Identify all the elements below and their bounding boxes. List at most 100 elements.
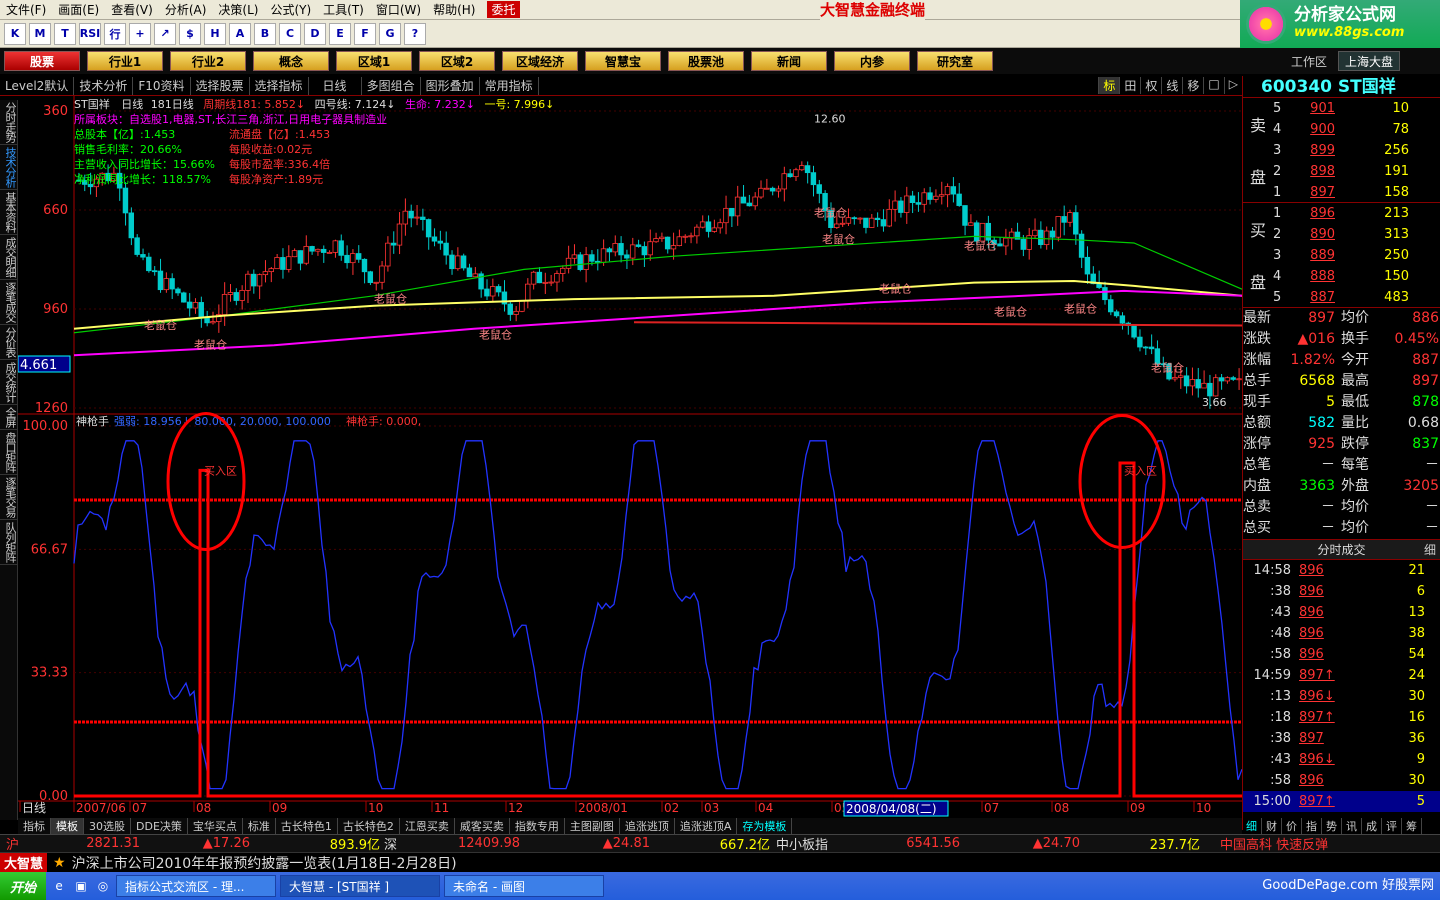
- template-tab-7[interactable]: 古长特色2: [338, 818, 400, 834]
- menu-decision[interactable]: 决策(L): [212, 1, 264, 18]
- tool-grid[interactable]: 田: [1119, 77, 1140, 94]
- tech-analysis[interactable]: 技术分析: [74, 76, 134, 95]
- task-paint[interactable]: 未命名 - 画图: [444, 875, 605, 897]
- toolbar-icon-11[interactable]: C: [279, 22, 301, 45]
- tool-line[interactable]: 线: [1161, 77, 1182, 94]
- left-tab-1[interactable]: 技术分析: [0, 145, 18, 190]
- panel-tab-6[interactable]: 成: [1362, 818, 1382, 834]
- template-tab-4[interactable]: 宝华买点: [188, 818, 243, 834]
- menu-tools[interactable]: 工具(T): [317, 1, 370, 18]
- template-tab-5[interactable]: 标准: [243, 818, 276, 834]
- template-tab-3[interactable]: DDE决策: [131, 818, 188, 834]
- left-tab-2[interactable]: 基本资料: [0, 190, 18, 235]
- toolbar-icon-0[interactable]: K: [4, 22, 26, 45]
- nav-region2[interactable]: 区域2: [419, 51, 495, 71]
- toolbar-icon-9[interactable]: A: [229, 22, 251, 45]
- panel-tab-4[interactable]: 势: [1322, 818, 1342, 834]
- left-tab-7[interactable]: 全屏: [0, 405, 18, 430]
- tool-move[interactable]: 移: [1182, 77, 1203, 94]
- template-tab-2[interactable]: 30选股: [84, 818, 131, 834]
- template-tab-1[interactable]: 模板: [51, 818, 84, 834]
- toolbar-icon-14[interactable]: F: [354, 22, 376, 45]
- select-indicator[interactable]: 选择指标: [250, 76, 309, 95]
- left-tab-8[interactable]: 盘口矩阵: [0, 430, 18, 475]
- template-tab-12[interactable]: 追涨逃顶: [620, 818, 675, 834]
- left-tab-9[interactable]: 逐笔交易: [0, 475, 18, 520]
- toolbar-icon-15[interactable]: G: [379, 22, 401, 45]
- multi-chart[interactable]: 多图组合: [362, 76, 421, 95]
- nav-region1[interactable]: 区域1: [336, 51, 412, 71]
- template-tab-6[interactable]: 古长特色1: [276, 818, 338, 834]
- left-tab-6[interactable]: 成交统计: [0, 360, 18, 405]
- kline-chart[interactable]: 12609606603600.0033.3366.67100.004.661日线…: [18, 96, 1242, 818]
- left-tab-4[interactable]: 逐笔成交: [0, 280, 18, 325]
- nav-region-economy[interactable]: 区域经济: [502, 51, 578, 71]
- menu-help[interactable]: 帮助(H): [427, 1, 481, 18]
- toolbar-icon-10[interactable]: B: [254, 22, 276, 45]
- left-tab-3[interactable]: 成交明细: [0, 235, 18, 280]
- nav-industry2[interactable]: 行业2: [170, 51, 246, 71]
- panel-tab-7[interactable]: 评: [1382, 818, 1402, 834]
- toolbar-icon-3[interactable]: RSI: [79, 22, 101, 45]
- news-headline[interactable]: 沪深上市公司2010年年报预约披露一览表(1月18日-2月28日): [72, 853, 457, 873]
- market-select[interactable]: 上海大盘: [1337, 51, 1400, 71]
- toolbar-icon-5[interactable]: +: [129, 22, 151, 45]
- nav-research[interactable]: 研究室: [917, 51, 993, 71]
- toolbar-icon-7[interactable]: $: [179, 22, 201, 45]
- toolbar-icon-13[interactable]: E: [329, 22, 351, 45]
- nav-zhihuibao[interactable]: 智慧宝: [585, 51, 661, 71]
- panel-tab-8[interactable]: 筹: [1402, 818, 1422, 834]
- nav-stock[interactable]: 股票: [4, 51, 80, 71]
- media-icon[interactable]: ◎: [94, 879, 112, 893]
- menu-entrust[interactable]: 委托: [487, 1, 520, 18]
- menu-window[interactable]: 窗口(W): [370, 1, 427, 18]
- tool-mark[interactable]: 标: [1098, 77, 1120, 94]
- menu-screen[interactable]: 画面(E): [52, 1, 105, 18]
- nav-stock-pool[interactable]: 股票池: [668, 51, 744, 71]
- template-tab-8[interactable]: 江恩买卖: [400, 818, 455, 834]
- f10-info[interactable]: F10资料: [133, 76, 191, 95]
- toolbar-icon-6[interactable]: ↗: [154, 22, 176, 45]
- tool-box[interactable]: □: [1203, 77, 1223, 94]
- panel-tab-5[interactable]: 讯: [1342, 818, 1362, 834]
- toolbar-icon-12[interactable]: D: [304, 22, 326, 45]
- level2-default[interactable]: Level2默认: [0, 76, 75, 95]
- task-dzh[interactable]: 大智慧 - [ST国祥 ]: [280, 875, 441, 897]
- panel-tab-0[interactable]: 细: [1242, 818, 1262, 834]
- template-tab-0[interactable]: 指标: [18, 818, 51, 834]
- select-stock[interactable]: 选择股票: [191, 76, 250, 95]
- template-tab-13[interactable]: 追涨逃顶A: [675, 818, 738, 834]
- nav-concept[interactable]: 概念: [253, 51, 329, 71]
- task-browser[interactable]: 指标公式交流区 - 理...: [116, 875, 277, 897]
- panel-tab-1[interactable]: 财: [1262, 818, 1282, 834]
- common-indicator[interactable]: 常用指标: [480, 76, 539, 95]
- nav-industry1[interactable]: 行业1: [87, 51, 163, 71]
- toolbar-icon-1[interactable]: M: [29, 22, 51, 45]
- menu-formula[interactable]: 公式(Y): [264, 1, 317, 18]
- template-tab-10[interactable]: 指数专用: [510, 818, 565, 834]
- menu-analysis[interactable]: 分析(A): [159, 1, 213, 18]
- hot-stock[interactable]: 中国高科 快速反弹: [1220, 834, 1328, 853]
- template-tab-9[interactable]: 威客买卖: [455, 818, 510, 834]
- left-tab-0[interactable]: 分时走势: [0, 100, 18, 145]
- ie-icon[interactable]: e: [50, 879, 68, 893]
- ticks-detail-button[interactable]: 细: [1424, 540, 1436, 561]
- toolbar-icon-16[interactable]: ?: [404, 22, 426, 45]
- toolbar-icon-4[interactable]: 行: [104, 22, 126, 45]
- toolbar-icon-2[interactable]: T: [54, 22, 76, 45]
- period-daily[interactable]: 日线: [309, 76, 362, 95]
- nav-insider[interactable]: 内参: [834, 51, 910, 71]
- left-tab-5[interactable]: 分价表: [0, 325, 18, 360]
- show-desktop-icon[interactable]: ▣: [72, 879, 90, 893]
- tool-right[interactable]: 权: [1140, 77, 1161, 94]
- toolbar-icon-8[interactable]: H: [204, 22, 226, 45]
- panel-tab-2[interactable]: 价: [1282, 818, 1302, 834]
- panel-tab-3[interactable]: 指: [1302, 818, 1322, 834]
- start-button[interactable]: 开始: [0, 872, 47, 900]
- nav-news[interactable]: 新闻: [751, 51, 827, 71]
- template-tab-14[interactable]: 存为模板: [737, 818, 793, 834]
- template-tab-11[interactable]: 主图副图: [565, 818, 620, 834]
- menu-view[interactable]: 查看(V): [105, 1, 159, 18]
- left-tab-10[interactable]: 队列矩阵: [0, 520, 18, 565]
- workspace-label[interactable]: 工作区: [1291, 53, 1327, 70]
